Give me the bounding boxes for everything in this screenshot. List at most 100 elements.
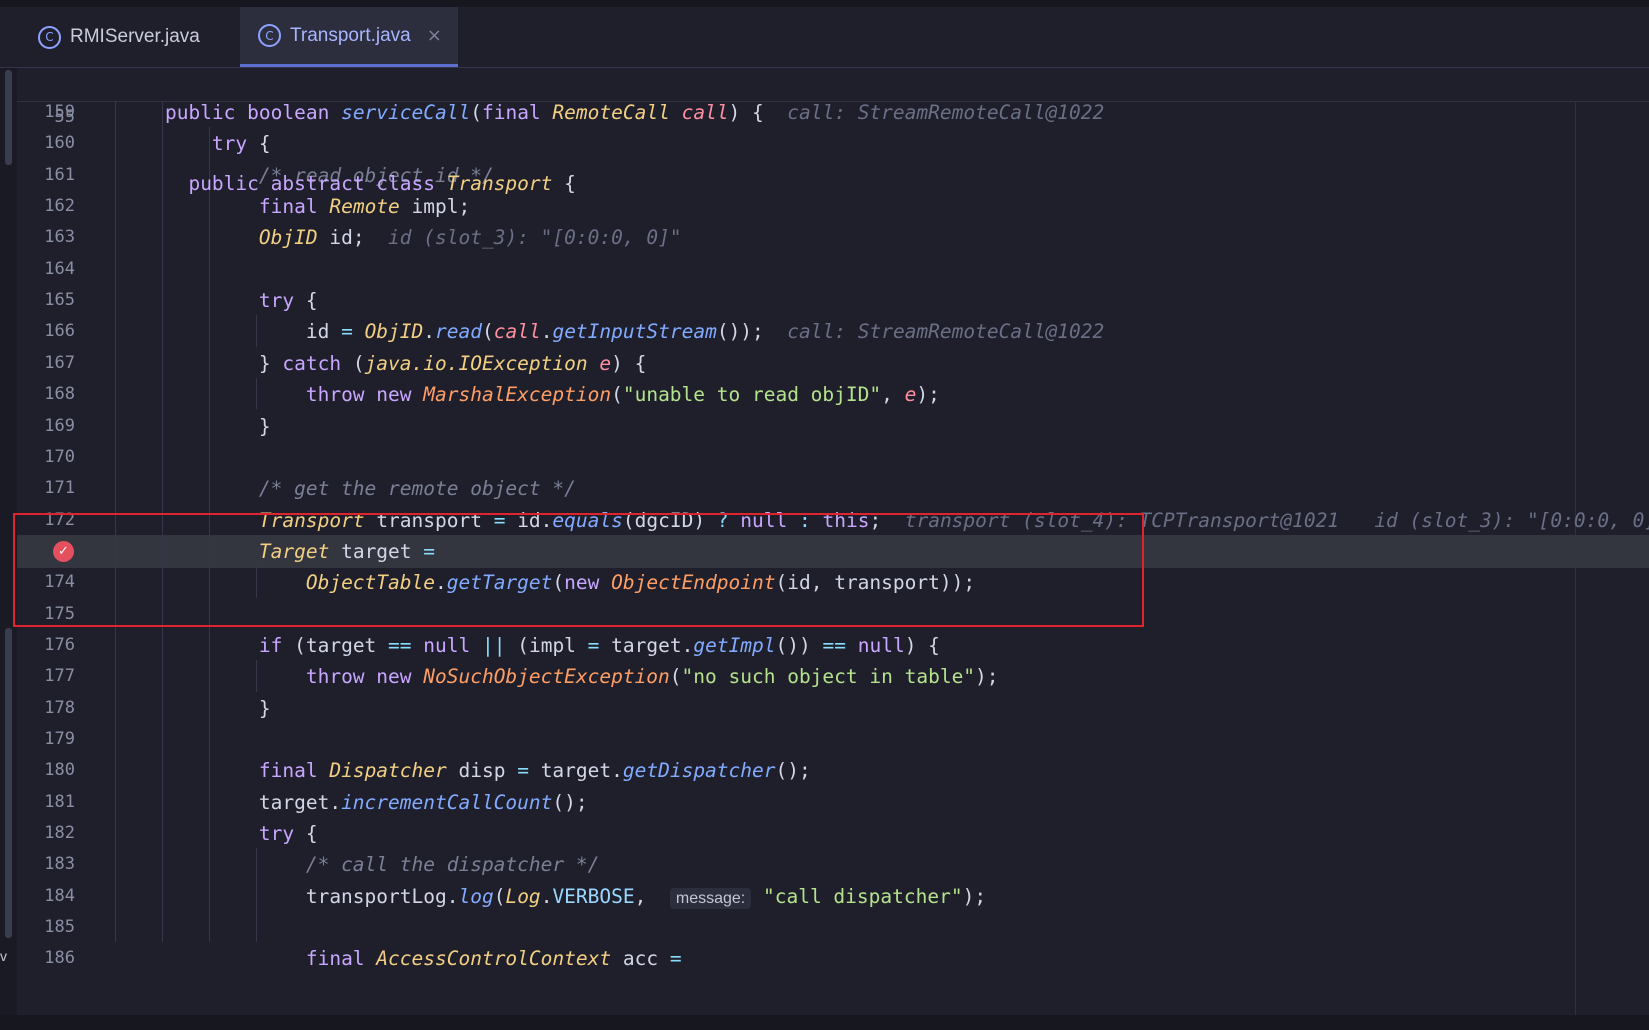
code-token: } [118,351,283,375]
debug-value-hint: call: StreamRemoteCall@1022 [787,320,1105,344]
code-token: RemoteCall [552,101,670,124]
code-token: target. [528,759,623,783]
code-line[interactable]: 171 /* get the remote object */ [17,472,1649,505]
code-text: } [118,410,271,443]
code-line[interactable]: 165 try { [17,284,1649,317]
line-number[interactable]: 181 [17,786,75,819]
code-token: target. [118,790,342,814]
code-line[interactable]: 180 final Dispatcher disp = target.getDi… [17,754,1649,787]
code-token: try [258,289,295,313]
class-name: Transport [446,172,553,195]
parameter-inlay-hint: message: [669,887,752,909]
code-line[interactable]: 168 throw new MarshalException("unable t… [17,378,1649,411]
code-token: throw new [305,665,424,689]
line-number[interactable]: 186 [17,942,75,975]
bottom-bar [0,1015,1649,1030]
code-line[interactable]: 170 [17,441,1649,474]
tab-rmiserver-java[interactable]: C RMIServer.java [20,7,240,67]
code-token: null [857,633,905,657]
code-line[interactable]: 169 } [17,410,1649,443]
line-number[interactable]: 182 [17,817,75,850]
code-text: final AccessControlContext acc = [118,942,682,975]
code-line[interactable]: 179 [17,723,1649,756]
code-token: java.io.IOException [364,351,588,375]
code-token: ()); [716,320,788,344]
code-token: MarshalException [423,383,612,407]
code-token: = [669,947,682,971]
close-icon[interactable]: × [427,25,442,46]
code-line[interactable]: 185 [17,911,1649,944]
code-line[interactable]: 181 target.incrementCallCount(); [17,786,1649,819]
code-token: "unable to read objID" [622,383,882,407]
code-token: /* call the dispatcher */ [305,853,600,877]
code-line[interactable]: 182 try { [17,817,1649,850]
code-text: throw new NoSuchObjectException("no such… [118,660,999,693]
tab-label: Transport.java [290,24,411,46]
code-line[interactable]: 167 } catch (java.io.IOException e) { [17,347,1649,380]
indent-guide [255,315,257,347]
line-number[interactable]: 176 [17,629,75,662]
tab-transport-java[interactable]: C Transport.java × [240,7,458,67]
line-number[interactable]: 184 [17,880,75,913]
code-token: getImpl [693,633,776,657]
line-number[interactable]: 167 [17,347,75,380]
code-token: incrementCallCount [341,790,553,814]
line-number[interactable]: 168 [17,378,75,411]
code-token: read [435,320,482,344]
line-number[interactable]: 166 [17,315,75,348]
code-token: acc [611,947,670,971]
code-line[interactable]: 166 id = ObjID.read(call.getInputStream(… [17,315,1649,348]
line-number[interactable]: 171 [17,472,75,505]
code-token: serviceCall [341,101,471,124]
code-text: if (target == null || (impl = target.get… [118,629,940,662]
code-token: } [118,696,271,720]
scroll-track-upper[interactable] [5,70,12,165]
code-token: "call dispatcher" [762,884,963,908]
window-top-strip [0,0,1649,7]
line-number[interactable]: 170 [17,441,75,474]
code-token: ()) [775,633,823,657]
line-number[interactable]: 185 [17,911,75,944]
line-number[interactable]: 163 [17,221,75,254]
code-line[interactable]: 186 final AccessControlContext acc = [17,942,1649,975]
code-token: ); [916,383,940,407]
code-line[interactable]: 164 [17,253,1649,286]
line-number[interactable]: 178 [17,692,75,725]
line-number[interactable]: 179 [17,723,75,756]
code-token: . [423,320,436,344]
tab-label: RMIServer.java [70,26,200,47]
line-number[interactable]: 183 [17,848,75,881]
code-line[interactable]: 183 /* call the dispatcher */ [17,848,1649,881]
code-token: AccessControlContext [376,947,612,971]
line-number[interactable]: 165 [17,284,75,317]
scroll-track-lower[interactable] [5,628,12,938]
code-token: getInputStream [552,320,717,344]
line-number[interactable]: 164 [17,253,75,286]
code-token: (); [552,790,588,814]
code-token: log [458,884,494,908]
code-token: final [305,947,377,971]
line-number[interactable]: 177 [17,660,75,693]
code-line[interactable]: 176 if (target == null || (impl = target… [17,629,1649,662]
indent-guide [255,848,257,943]
code-line[interactable]: 178 } [17,692,1649,725]
code-token: == [388,633,412,657]
code-token: Dispatcher [329,759,447,783]
code-text: throw new MarshalException("unable to re… [118,378,940,411]
line-number[interactable]: 169 [17,410,75,443]
code-token: { [294,822,318,846]
code-line[interactable]: 184 transportLog.log(Log.VERBOSE, messag… [17,880,1649,913]
code-token: null [423,633,471,657]
line-number[interactable]: 180 [17,754,75,787]
code-token: public boolean [164,101,342,124]
code-token: ( [481,320,494,344]
code-line[interactable]: 177 throw new NoSuchObjectException("no … [17,660,1649,693]
